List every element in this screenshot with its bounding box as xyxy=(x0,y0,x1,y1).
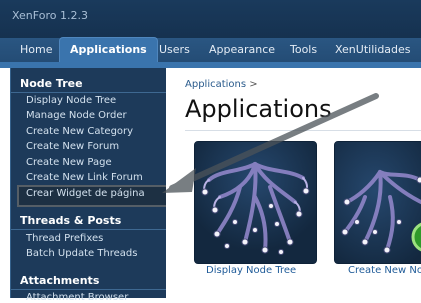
sidebar-heading-attachments: Attachments xyxy=(20,274,100,287)
sidebar-item-create-page[interactable]: Create New Page xyxy=(26,157,112,168)
page-title: Applications xyxy=(185,95,332,123)
tab-users[interactable]: Users xyxy=(159,38,190,62)
brand-logo[interactable]: XenForo 1.2.3 xyxy=(12,9,88,22)
sidebar-divider xyxy=(11,92,166,93)
sidebar-item-manage-node-order[interactable]: Manage Node Order xyxy=(26,110,127,121)
create-node-tile[interactable] xyxy=(334,141,421,264)
tile-caption-display-node-tree[interactable]: Display Node Tree xyxy=(206,265,296,276)
sidebar-heading-node-tree: Node Tree xyxy=(20,77,83,90)
sidebar: Node Tree Display Node Tree Manage Node … xyxy=(10,68,168,303)
breadcrumb: Applications > xyxy=(185,79,258,90)
admin-header: XenForo 1.2.3 xyxy=(0,0,421,40)
sidebar-item-thread-prefixes[interactable]: Thread Prefixes xyxy=(26,233,103,244)
sidebar-item-create-forum[interactable]: Create New Forum xyxy=(26,141,119,152)
create-node-icon xyxy=(335,142,421,263)
sidebar-item-display-node-tree[interactable]: Display Node Tree xyxy=(26,95,116,106)
tile-caption-create-node[interactable]: Create New Nod xyxy=(348,265,421,276)
sidebar-item-create-category[interactable]: Create New Category xyxy=(26,126,133,137)
node-tree-icon xyxy=(195,142,316,263)
sidebar-heading-threads: Threads & Posts xyxy=(20,214,122,227)
tab-tools[interactable]: Tools xyxy=(290,38,317,62)
breadcrumb-link[interactable]: Applications xyxy=(185,79,246,90)
title-divider xyxy=(185,130,421,131)
tab-xenutilidades[interactable]: XenUtilidades xyxy=(335,38,411,62)
node-tree-tile[interactable] xyxy=(194,141,317,264)
sidebar-item-create-link-forum[interactable]: Create New Link Forum xyxy=(26,172,143,183)
sidebar-item-batch-update[interactable]: Batch Update Threads xyxy=(26,248,138,259)
tab-home[interactable]: Home xyxy=(20,38,52,62)
tab-appearance[interactable]: Appearance xyxy=(209,38,275,62)
sidebar-divider xyxy=(11,289,166,290)
sidebar-divider xyxy=(11,229,166,230)
tab-applications[interactable]: Applications xyxy=(59,37,158,63)
sidebar-item-crear-widget[interactable]: Crear Widget de página xyxy=(26,188,145,199)
main-tab-bar: Home Applications Users Appearance Tools… xyxy=(0,37,421,63)
breadcrumb-separator: > xyxy=(249,79,258,90)
